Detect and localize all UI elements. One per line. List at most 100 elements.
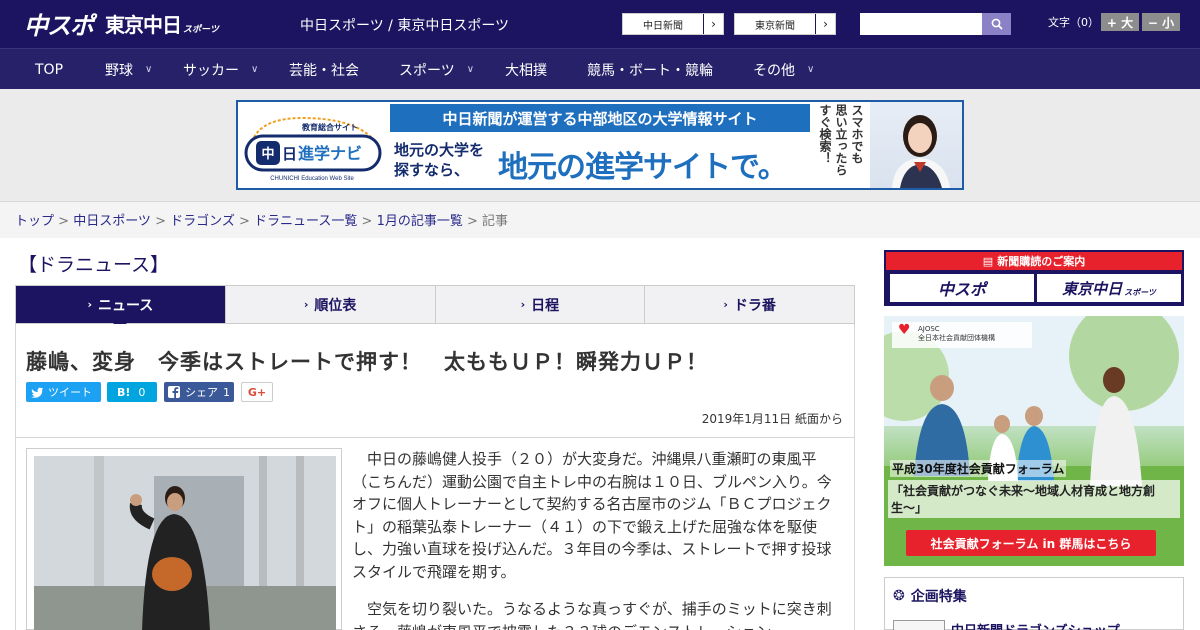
tokyo-shimbun-label: 東京新聞 [755,20,795,32]
tokyo-chunichi-sports-text: スポーツ [1124,287,1156,297]
shingaku-navi-logo: 中 日 進学ナビ 教育総合サイト CHUNICHI Education Web … [244,116,382,182]
breadcrumb-link[interactable]: 中日スポーツ [73,214,151,229]
tokyo-chunichi-link[interactable]: 東京中日 スポーツ [1037,274,1181,302]
forum-title: 平成30年度社会貢献フォーラム [890,460,1067,477]
banner-title: 中日新聞が運営する中部地区の大学情報サイト [390,104,810,132]
svg-text:CHUNICHI Education Web Site: CHUNICHI Education Web Site [270,176,354,182]
tab-schedule[interactable]: › 日程 [434,286,645,323]
chusupo-logo-text: 中スポ [937,280,986,299]
social-contribution-forum-ad[interactable]: ♥ AJOSC 全日本社会貢献団体機構 平成30年度社会貢献フォーラム 「社会貢… [884,316,1184,566]
chusupo-link[interactable]: 中スポ [890,274,1034,302]
search-button[interactable] [982,13,1011,35]
google-plus-button[interactable]: G+ [241,382,273,402]
nav-label: 野球 [105,62,133,79]
breadcrumb-link[interactable]: トップ [15,214,54,229]
banner-vertical-line: 思い立ったら [834,104,848,176]
tab-news[interactable]: › ニュース [16,286,225,330]
nav-item-sports[interactable]: スポーツ ∨ [399,49,474,90]
nav-item-sumo[interactable]: 大相撲 [505,49,547,90]
tab-label: 日程 [531,297,560,314]
font-larger-button[interactable]: + 大 [1101,13,1139,31]
hatena-icon: B! [117,385,131,399]
tab-label: ドラ番 [733,297,776,314]
search-icon [991,18,1003,30]
tab-label: ニュース [97,297,154,314]
nav-label: 芸能・社会 [289,62,359,79]
top-header: 中スポ 東京中日 スポーツ 中日スポーツ / 東京中日スポーツ 中日新聞 › 東… [0,0,1200,48]
tokyo-chunichi-logo-text: 東京中日 [1062,279,1123,298]
nav-label: その他 [753,62,795,79]
breadcrumb-current: 記事 [482,214,509,229]
breadcrumb-separator: > [150,214,171,229]
hatena-count: 0 [138,385,146,399]
newspaper-subscription-banner[interactable]: ▤ 新聞購読のご案内 中スポ 東京中日 スポーツ [884,250,1184,306]
font-smaller-button[interactable]: − 小 [1142,13,1180,31]
ajosc-org-name: 全日本社会貢献団体機構 [918,334,995,342]
breadcrumb-link[interactable]: ドラゴンズ [170,214,235,229]
hatena-bookmark-button[interactable]: B! 0 [107,382,157,402]
nav-item-soccer[interactable]: サッカー ∨ [183,49,258,90]
nav-item-top[interactable]: TOP [35,49,63,90]
svg-text:進学ナビ: 進学ナビ [298,144,362,163]
nav-item-entertainment[interactable]: 芸能・社会 [289,49,359,90]
banner-vertical-line: スマホでも [850,104,864,164]
banner-vertical-line: すぐ検索！ [818,104,832,164]
search-input[interactable] [860,13,982,35]
tokyo-shimbun-link[interactable]: 東京新聞 › [734,13,836,35]
main-nav: TOP 野球 ∨ サッカー ∨ 芸能・社会 スポーツ ∨ 大相撲 競馬・ボート・競輪 … [0,48,1200,89]
chunichi-shimbun-label: 中日新聞 [643,20,683,32]
facebook-icon [168,386,180,398]
tab-draban[interactable]: › ドラ番 [644,286,854,323]
site-logo[interactable]: 中スポ 東京中日 スポーツ [24,8,219,40]
breadcrumb-separator: > [54,214,74,229]
tab-standings[interactable]: › 順位表 [224,286,435,323]
tweet-button[interactable]: ツイート [26,382,101,402]
site-name-link[interactable]: 中日スポーツ / 東京中日スポーツ [300,15,509,35]
nav-item-racing[interactable]: 競馬・ボート・競輪 [587,49,713,90]
section-title: 【ドラニュース】 [18,254,170,276]
logo-tokyo-chunichi: 東京中日 [105,12,182,37]
banner-big-text: 地元の進学サイトで。 [498,150,788,185]
dragons-shop-link[interactable]: 中日新聞ドラゴンズショップ [951,620,1120,630]
article-date: 2019年1月11日 紙面から [701,412,843,426]
chevron-right-icon: › [723,298,728,311]
chevron-right-icon: › [303,298,309,311]
twitter-icon [31,387,43,398]
chevron-down-icon: ∨ [466,64,475,75]
pitcher-photo [34,456,336,630]
tweet-label: ツイート [48,386,92,399]
forum-subtitle: 「社会貢献がつなぐ未来〜地域人材育成と地方創生〜」 [888,480,1180,518]
ajosc-logo: ♥ AJOSC 全日本社会貢献団体機構 [892,322,1032,348]
breadcrumb-separator: > [234,214,255,229]
article-photo-frame[interactable] [26,448,342,630]
nav-item-other[interactable]: その他 ∨ [753,49,814,90]
breadcrumb-link[interactable]: 1月の記事一覧 [377,214,463,229]
article-paragraph: 空気を切り裂いた。うなるような真っすぐが、捕手のミットに突き刺さる。藤嶋が東風平… [352,600,832,630]
breadcrumb-separator: > [462,214,483,229]
news-tabs: › ニュース › 順位表 › 日程 › ドラ番 [15,285,855,330]
family-photo [884,316,1184,566]
forum-gunma-button[interactable]: 社会貢献フォーラム in 群馬はこちら [906,530,1156,556]
chevron-down-icon: ∨ [145,64,153,75]
ajosc-abbrev: AJOSC [918,325,940,333]
svg-text:日: 日 [282,146,297,163]
facebook-share-button[interactable]: シェア 1 [164,382,234,402]
feature-title: ❂ 企画特集 [893,586,967,606]
chunichi-shimbun-link[interactable]: 中日新聞 › [622,13,724,35]
shingaku-navi-banner-ad[interactable]: 中 日 進学ナビ 教育総合サイト CHUNICHI Education Web … [236,100,964,190]
nav-item-baseball[interactable]: 野球 ∨ [105,49,152,90]
article-headline: 藤嶋、変身 今季はストレートで押す！ 太ももＵＰ！瞬発力ＵＰ！ [26,350,708,374]
feature-section: ❂ 企画特集 中日新聞ドラゴンズショップ [884,577,1184,630]
subscription-title: ▤ 新聞購読のご案内 [886,252,1182,270]
nav-label: TOP [35,61,64,78]
nav-label: スポーツ [399,62,455,79]
subscription-title-text: 新聞購読のご案内 [997,255,1086,268]
newspaper-icon: ▤ [982,254,994,268]
banner-small-text: 地元の大学を探すなら、 [394,141,485,179]
svg-text:中: 中 [261,146,274,161]
ribbon-icon: ❂ [893,588,905,604]
dragons-shop-thumbnail[interactable] [893,620,945,630]
breadcrumb-link[interactable]: ドラニュース一覧 [254,214,357,229]
facebook-label: シェア [185,386,218,399]
nav-label: サッカー [183,62,239,79]
